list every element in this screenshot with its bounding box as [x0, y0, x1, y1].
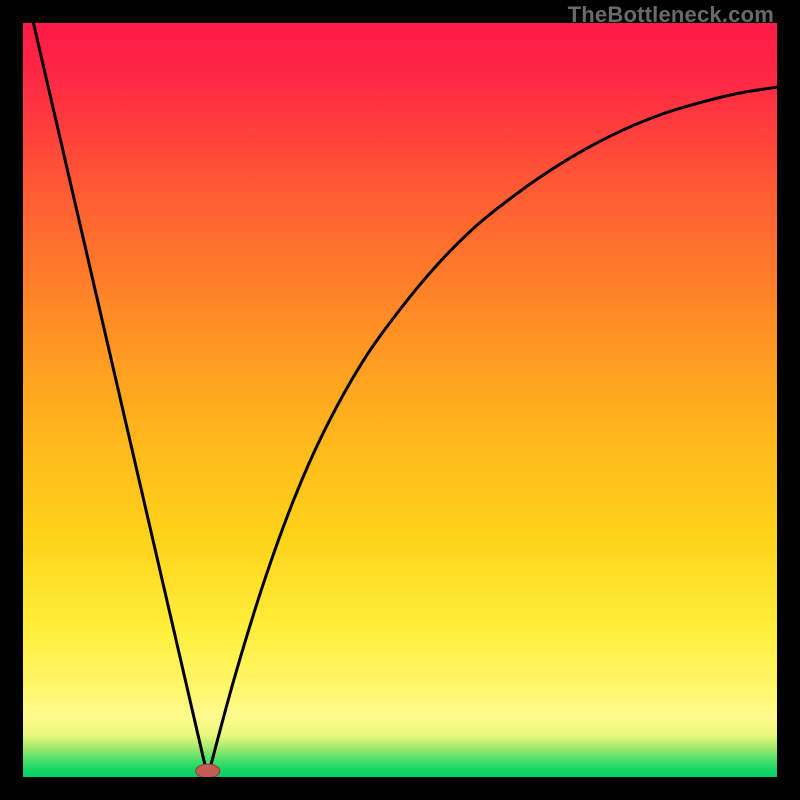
minimum-marker — [196, 764, 220, 777]
chart-frame — [23, 23, 777, 777]
gradient-background — [23, 23, 777, 777]
chart-svg — [23, 23, 777, 777]
watermark-text: TheBottleneck.com — [568, 2, 774, 28]
